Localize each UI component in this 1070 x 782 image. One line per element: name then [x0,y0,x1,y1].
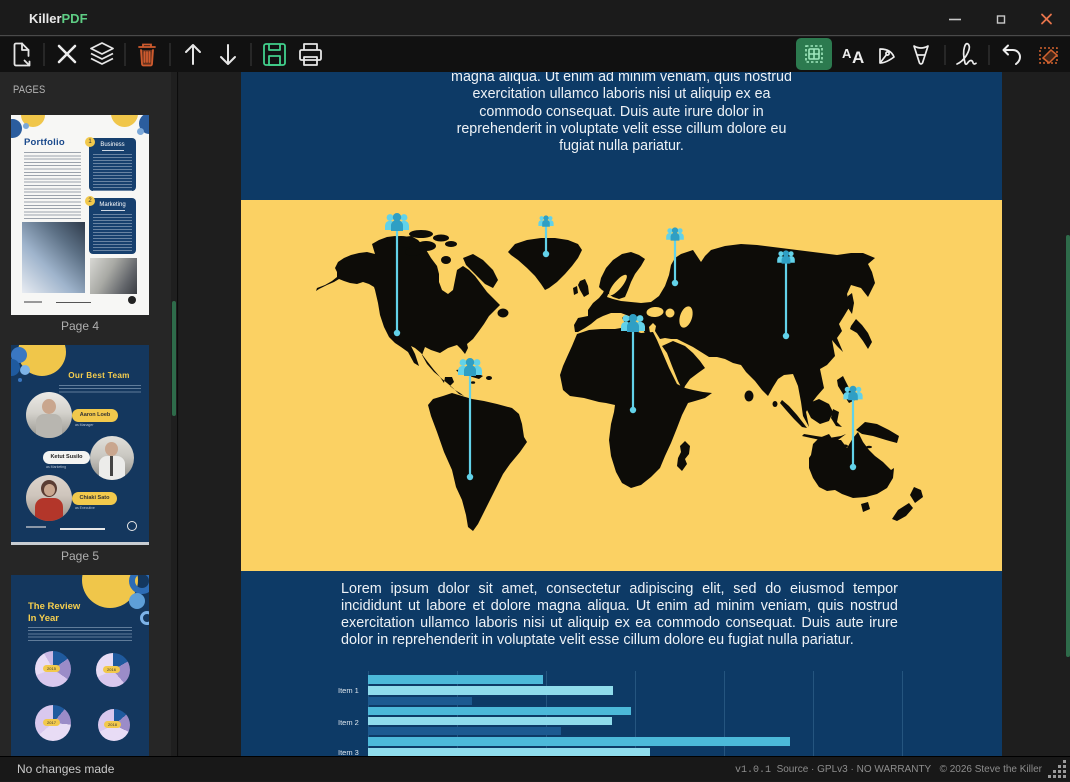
svg-text:A: A [842,46,852,61]
svg-text:A: A [852,48,864,67]
